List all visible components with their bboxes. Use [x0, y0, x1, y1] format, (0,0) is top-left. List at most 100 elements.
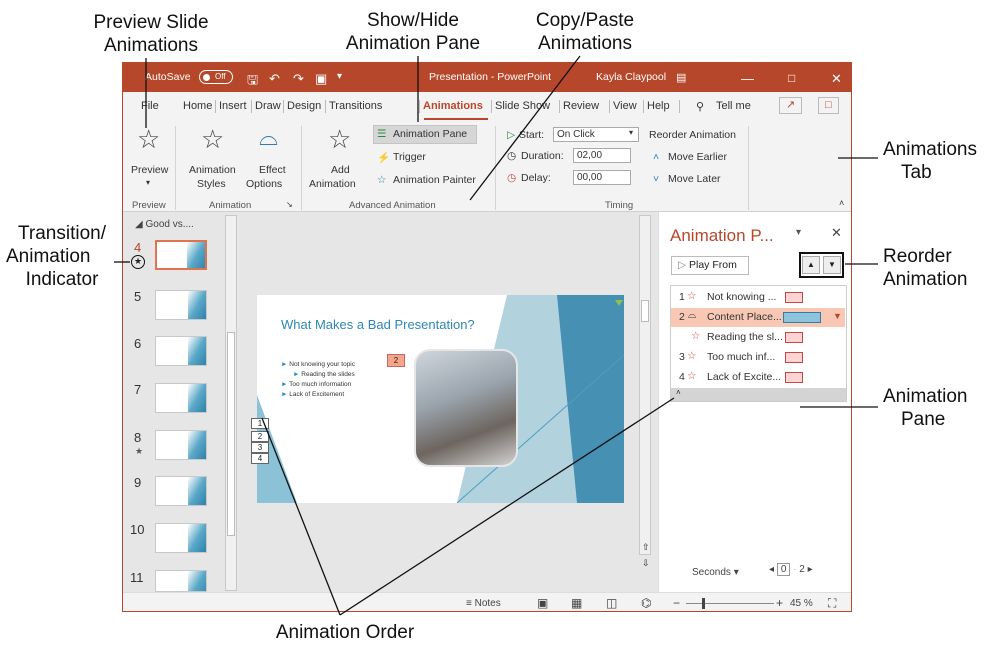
close-icon[interactable]: ✕: [831, 71, 842, 87]
share-icon[interactable]: ↗: [779, 97, 803, 114]
slide-thumbnail-6[interactable]: [155, 336, 207, 366]
tab-home[interactable]: Home: [183, 100, 212, 112]
slide-bullet-2[interactable]: ► Reading the slides: [293, 371, 355, 378]
seconds-dropdown[interactable]: Seconds ▾: [692, 567, 739, 578]
maximize-icon[interactable]: □: [788, 71, 795, 85]
add-animation-icon[interactable]: ☆: [328, 124, 351, 155]
preview-star-icon[interactable]: ☆: [137, 124, 160, 155]
section-header[interactable]: ◢ Good vs....: [135, 219, 194, 230]
duration-input[interactable]: 02,00: [573, 148, 631, 163]
animation-order-badge-2[interactable]: 2: [387, 354, 405, 367]
timeline-right-icon[interactable]: ▸: [808, 564, 813, 575]
zoom-level[interactable]: 45 %: [790, 598, 813, 609]
animation-order-tag-2[interactable]: 2: [251, 431, 269, 442]
preview-dropdown-icon[interactable]: ▾: [146, 178, 150, 187]
tab-view[interactable]: View: [613, 100, 637, 112]
effect-options-icon[interactable]: ⌓: [259, 124, 278, 152]
slide-bullet-4[interactable]: ► Lack of Excitement: [281, 391, 344, 398]
animation-item-2[interactable]: 2 ⌓ Content Place... ▼: [671, 308, 845, 327]
preview-button[interactable]: Preview: [131, 164, 168, 176]
thumbnail-scroll-thumb[interactable]: [227, 332, 235, 536]
section-collapse-icon[interactable]: ◢: [135, 219, 143, 230]
slide-thumbnail-8[interactable]: [155, 430, 207, 460]
redo-icon[interactable]: ↷: [293, 71, 304, 87]
slide-scroll-thumb[interactable]: [641, 300, 649, 322]
tab-review[interactable]: Review: [563, 100, 599, 112]
tell-me-input[interactable]: Tell me: [716, 100, 751, 112]
present-icon[interactable]: ▣: [315, 71, 327, 87]
timeline-left-icon[interactable]: ◂: [769, 564, 774, 575]
animation-order-tag-1[interactable]: 1: [251, 418, 269, 429]
chevron-down-icon[interactable]: ˅: [653, 173, 659, 185]
slide-scrollbar[interactable]: [639, 215, 651, 555]
animation-item-1[interactable]: 1 ☆ Not knowing ...: [671, 288, 845, 307]
zoom-slider[interactable]: [686, 603, 774, 604]
slide-thumbnail-5[interactable]: [155, 290, 207, 320]
animation-painter-button[interactable]: Animation Painter: [393, 174, 476, 186]
tab-slide-show[interactable]: Slide Show: [495, 100, 550, 112]
pane-options-icon[interactable]: ▾: [796, 227, 801, 238]
trigger-button[interactable]: Trigger: [393, 151, 426, 163]
collapse-list-icon[interactable]: ˄: [671, 388, 846, 401]
animation-order-tag-3[interactable]: 3: [251, 442, 269, 453]
play-from-button[interactable]: ▷ Play From: [671, 256, 749, 275]
reading-view-icon[interactable]: ◫: [606, 596, 617, 610]
animation-styles-icon[interactable]: ☆: [201, 124, 224, 155]
tab-animations[interactable]: Animations: [423, 100, 483, 112]
zoom-slider-thumb[interactable]: [702, 598, 705, 609]
item-dropdown-icon[interactable]: ▼: [833, 311, 842, 321]
tab-help[interactable]: Help: [647, 100, 670, 112]
next-slide-icon[interactable]: ⇩: [642, 558, 650, 569]
slide-photo[interactable]: [414, 349, 518, 467]
slide-thumbnail-11[interactable]: [155, 570, 207, 592]
tab-draw[interactable]: Draw: [255, 100, 281, 112]
animation-styles-label-2[interactable]: Styles: [197, 178, 226, 190]
slide-bullet-1[interactable]: ► Not knowing your topic: [281, 361, 355, 368]
notes-button[interactable]: ≡ Notes: [466, 598, 501, 609]
delay-input[interactable]: 00,00: [573, 170, 631, 185]
animation-item-5[interactable]: 4 ☆ Lack of Excite...: [671, 368, 845, 387]
previous-slide-icon[interactable]: ⇧: [642, 542, 650, 553]
autosave-toggle[interactable]: Off: [199, 70, 233, 84]
move-later-button[interactable]: Move Later: [668, 173, 721, 185]
customize-qat-icon[interactable]: ▾: [337, 71, 342, 82]
animation-styles-label-1[interactable]: Animation: [189, 164, 236, 176]
undo-icon[interactable]: ↶: [269, 71, 280, 87]
timeline-control[interactable]: ◂ 0 · 2 ▸: [769, 563, 813, 576]
save-icon[interactable]: 🖫: [247, 71, 258, 93]
animation-item-3[interactable]: ☆ Reading the sl...: [671, 328, 845, 347]
user-name[interactable]: Kayla Claypool: [596, 71, 666, 83]
slide-title[interactable]: What Makes a Bad Presentation?: [281, 317, 475, 332]
slide-show-icon[interactable]: ⌬: [641, 596, 651, 610]
add-animation-label-1[interactable]: Add: [331, 164, 350, 176]
tab-design[interactable]: Design: [287, 100, 321, 112]
collapse-ribbon-icon[interactable]: ˄: [839, 198, 844, 208]
slide-thumbnail-7[interactable]: [155, 383, 207, 413]
chevron-up-icon[interactable]: ˄: [653, 151, 659, 163]
slide-thumbnail-4[interactable]: [155, 240, 207, 270]
slide-bullet-3[interactable]: ► Too much information: [281, 381, 351, 388]
move-earlier-button[interactable]: Move Earlier: [668, 151, 727, 163]
fit-to-window-icon[interactable]: ⛶: [828, 596, 836, 611]
add-animation-label-2[interactable]: Animation: [309, 178, 356, 190]
animation-item-4[interactable]: 3 ☆ Too much inf...: [671, 348, 845, 367]
slide-thumbnail-10[interactable]: [155, 523, 207, 553]
tab-insert[interactable]: Insert: [219, 100, 247, 112]
zoom-in-icon[interactable]: +: [776, 596, 783, 610]
pane-close-icon[interactable]: ✕: [831, 225, 842, 241]
animation-dialog-launcher-icon[interactable]: ↘: [286, 200, 293, 209]
animation-pane-button[interactable]: Animation Pane: [393, 128, 467, 140]
tell-me-search-icon[interactable]: ⚲: [696, 100, 704, 113]
slide-thumbnail-9[interactable]: [155, 476, 207, 506]
ribbon-display-icon[interactable]: ▤: [676, 71, 686, 84]
slide-sorter-icon[interactable]: ▦: [571, 596, 582, 610]
start-dropdown-icon[interactable]: ▾: [629, 128, 633, 137]
animation-order-tag-4[interactable]: 4: [251, 453, 269, 464]
tab-transitions[interactable]: Transitions: [329, 100, 382, 112]
zoom-out-icon[interactable]: −: [673, 596, 680, 610]
current-slide[interactable]: What Makes a Bad Presentation? ► Not kno…: [257, 295, 624, 503]
start-select[interactable]: On Click: [553, 127, 639, 142]
tab-file[interactable]: File: [141, 100, 159, 112]
normal-view-icon[interactable]: ▣: [537, 596, 548, 610]
effect-options-label-2[interactable]: Options: [246, 178, 282, 190]
